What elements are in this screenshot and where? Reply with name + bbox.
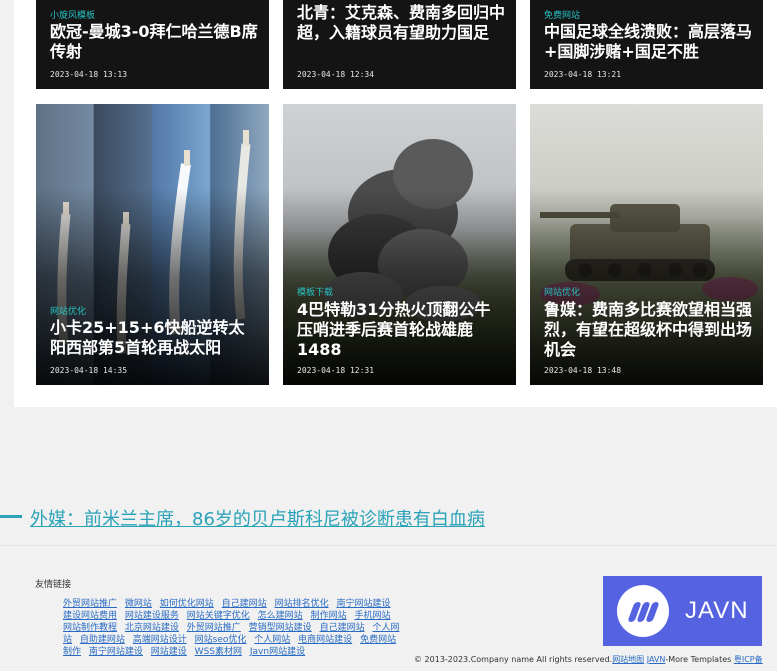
friend-link[interactable]: 网站建设服务: [125, 611, 179, 621]
icp-link[interactable]: 粤ICP备: [734, 655, 763, 664]
friend-link[interactable]: 网站关键字优化: [187, 611, 250, 621]
friend-link[interactable]: 外贸网站推广: [63, 599, 117, 609]
card-date: 2023-04-18 13:13: [50, 70, 128, 79]
card-tag[interactable]: 模板下载: [297, 285, 333, 298]
friend-link[interactable]: 个人网站: [254, 635, 290, 645]
friend-link[interactable]: WSS素材网: [195, 647, 242, 657]
card-date: 2023-04-18 12:34: [297, 70, 375, 79]
news-card-1[interactable]: 小旋风模板 欧冠-曼城3-0拜仁哈兰德B席传射 2023-04-18 13:13: [36, 0, 269, 89]
card-title[interactable]: 北青：艾克森、费南多回归中超，入籍球员有望助力国足: [297, 3, 506, 43]
friend-link[interactable]: 制作网站: [311, 611, 347, 621]
friend-link[interactable]: Javn网站建设: [250, 647, 305, 657]
logo-mark-icon: [617, 585, 669, 637]
news-card-5[interactable]: 模板下载 4巴特勒31分热火顶翻公牛压哨进季后赛首轮战雄鹿1488 2023-0…: [283, 104, 516, 385]
headline-marker: [0, 515, 22, 518]
friend-links-list: 外贸网站推广 微网站 如何优化网站 自己建网站 网站排名优化 南宁网站建设 建设…: [63, 598, 400, 658]
card-tag[interactable]: 网站优化: [544, 285, 580, 298]
friend-link[interactable]: 如何优化网站: [160, 599, 214, 609]
card-tag[interactable]: 小旋风模板: [50, 8, 95, 21]
copyright: © 2013-2023.Company name All rights rese…: [414, 654, 763, 665]
more-templates-text: -More Templates: [665, 655, 734, 664]
news-card-3[interactable]: 免费网站 中国足球全线溃败：高层落马+国脚涉赌+国足不胜 2023-04-18 …: [530, 0, 763, 89]
friend-link[interactable]: 南宁网站建设: [89, 647, 143, 657]
card-title[interactable]: 4巴特勒31分热火顶翻公牛压哨进季后赛首轮战雄鹿1488: [297, 300, 506, 360]
friend-link[interactable]: 网站seo优化: [195, 635, 247, 645]
card-title[interactable]: 欧冠-曼城3-0拜仁哈兰德B席传射: [50, 22, 259, 62]
card-date: 2023-04-18 13:21: [544, 70, 622, 79]
card-date: 2023-04-18 14:35: [50, 366, 128, 375]
news-card-6[interactable]: 网站优化 鲁媒：费南多比赛欲望相当强烈，有望在超级杯中得到出场机会 2023-0…: [530, 104, 763, 385]
friend-link[interactable]: 建设网站费用: [63, 611, 117, 621]
friend-link[interactable]: 网站排名优化: [275, 599, 329, 609]
friend-link[interactable]: 外贸网站推广: [187, 623, 241, 633]
news-card-2[interactable]: 北青：艾克森、费南多回归中超，入籍球员有望助力国足 2023-04-18 12:…: [283, 0, 516, 89]
logo-text: JAVN: [685, 597, 749, 624]
friend-link[interactable]: 南宁网站建设: [336, 599, 390, 609]
copyright-text: © 2013-2023.Company name All rights rese…: [414, 655, 613, 664]
card-title[interactable]: 鲁媒：费南多比赛欲望相当强烈，有望在超级杯中得到出场机会: [544, 300, 753, 360]
news-card-4[interactable]: 网站优化 小卡25+15+6快船逆转太阳西部第5首轮再战太阳 2023-04-1…: [36, 104, 269, 385]
headline-link[interactable]: 外媒：前米兰主席，86岁的贝卢斯科尼被诊断患有白血病: [30, 505, 485, 531]
card-date: 2023-04-18 12:31: [297, 366, 375, 375]
friend-link[interactable]: 自己建网站: [222, 599, 267, 609]
friend-link[interactable]: 微网站: [125, 599, 152, 609]
site-logo[interactable]: JAVN: [603, 576, 762, 646]
card-title[interactable]: 小卡25+15+6快船逆转太阳西部第5首轮再战太阳: [50, 318, 259, 358]
sitemap-link[interactable]: 网站地图: [612, 655, 644, 664]
card-date: 2023-04-18 13:48: [544, 366, 622, 375]
friend-link[interactable]: 营销型网站建设: [249, 623, 312, 633]
brand-link[interactable]: JAVN: [647, 655, 666, 664]
card-tag[interactable]: 网站优化: [50, 304, 86, 317]
friend-link[interactable]: 北京网站建设: [125, 623, 179, 633]
footer-divider: [0, 545, 777, 546]
friend-link[interactable]: 网站建设: [151, 647, 187, 657]
friend-link[interactable]: 手机网站: [354, 611, 390, 621]
friend-links-title: 友情链接: [35, 580, 72, 590]
friend-link[interactable]: 自己建网站: [320, 623, 365, 633]
card-tag[interactable]: 免费网站: [544, 8, 580, 21]
friend-link[interactable]: 电商网站建设: [298, 635, 352, 645]
friend-link[interactable]: 高端网站设计: [133, 635, 187, 645]
friend-link[interactable]: 怎么建网站: [258, 611, 303, 621]
friend-link[interactable]: 自助建网站: [80, 635, 125, 645]
card-title[interactable]: 中国足球全线溃败：高层落马+国脚涉赌+国足不胜: [544, 22, 753, 62]
friend-link[interactable]: 网站制作教程: [63, 623, 117, 633]
